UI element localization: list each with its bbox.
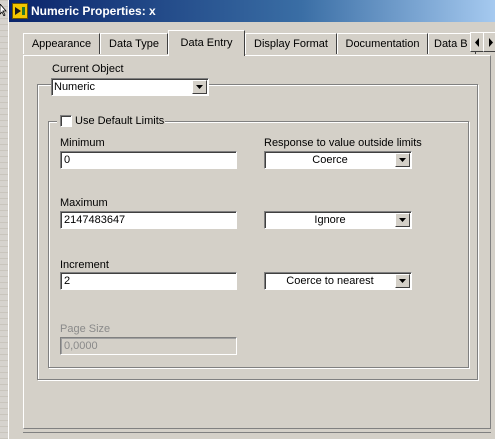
maximum-response-value: Ignore	[314, 214, 346, 226]
tab-label: Data Entry	[180, 37, 233, 49]
arrow-right-icon	[489, 38, 493, 47]
increment-input[interactable]: 2	[60, 272, 237, 290]
minimum-response-select[interactable]: Coerce	[264, 151, 412, 169]
panel-bottom-edge	[23, 432, 491, 433]
tab-documentation[interactable]: Documentation	[337, 33, 428, 54]
title-bar[interactable]: Numeric Properties: x	[9, 0, 495, 22]
properties-dialog: Numeric Properties: x Appearance Data Ty…	[8, 0, 495, 439]
tab-label: Appearance	[31, 38, 92, 50]
use-default-limits-row[interactable]: Use Default Limits	[57, 113, 165, 129]
tab-scroll-left-button[interactable]	[470, 32, 484, 52]
tab-appearance[interactable]: Appearance	[23, 33, 100, 54]
current-object-select[interactable]: Numeric	[51, 78, 209, 96]
response-header-label: Response to value outside limits	[264, 137, 422, 149]
minimum-input[interactable]: 0	[60, 151, 237, 169]
dropdown-button[interactable]	[395, 213, 410, 227]
increment-response-select[interactable]: Coerce to nearest	[264, 272, 412, 290]
tab-data-entry[interactable]: Data Entry	[168, 30, 245, 56]
maximum-label: Maximum	[60, 197, 108, 209]
window-title: Numeric Properties: x	[31, 4, 156, 18]
background-panel	[0, 0, 8, 439]
minimum-label: Minimum	[60, 137, 105, 149]
chevron-down-icon	[196, 85, 203, 89]
minimum-response-value: Coerce	[312, 154, 348, 166]
tab-label: Data B	[434, 38, 468, 50]
tab-data-binding[interactable]: Data B	[428, 33, 476, 54]
increment-label: Increment	[60, 259, 109, 271]
mouse-cursor-icon	[0, 4, 7, 16]
tab-label: Display Format	[254, 38, 328, 50]
chevron-down-icon	[399, 158, 406, 162]
labview-app-icon	[12, 3, 28, 19]
data-entry-panel: Current Object Numeric Use Default Limit…	[23, 55, 491, 429]
use-default-limits-checkbox[interactable]	[60, 115, 72, 127]
dropdown-button[interactable]	[395, 153, 410, 167]
maximum-response-select[interactable]: Ignore	[264, 211, 412, 229]
page-size-label: Page Size	[60, 323, 111, 335]
tab-scroll-right-button[interactable]	[483, 32, 495, 52]
dropdown-button[interactable]	[192, 80, 207, 94]
chevron-down-icon	[399, 218, 406, 222]
tab-label: Documentation	[345, 38, 420, 50]
page-size-input: 0,0000	[60, 337, 237, 355]
chevron-down-icon	[399, 279, 406, 283]
arrow-left-icon	[475, 38, 479, 47]
tab-display-format[interactable]: Display Format	[245, 33, 337, 54]
increment-response-value: Coerce to nearest	[286, 275, 374, 287]
tab-label: Data Type	[109, 38, 159, 50]
maximum-input[interactable]: 2147483647	[60, 211, 237, 229]
tab-data-type[interactable]: Data Type	[100, 33, 168, 54]
current-object-label: Current Object	[52, 63, 124, 75]
current-object-value: Numeric	[54, 81, 95, 93]
dropdown-button[interactable]	[395, 274, 410, 288]
use-default-limits-label: Use Default Limits	[75, 115, 165, 127]
